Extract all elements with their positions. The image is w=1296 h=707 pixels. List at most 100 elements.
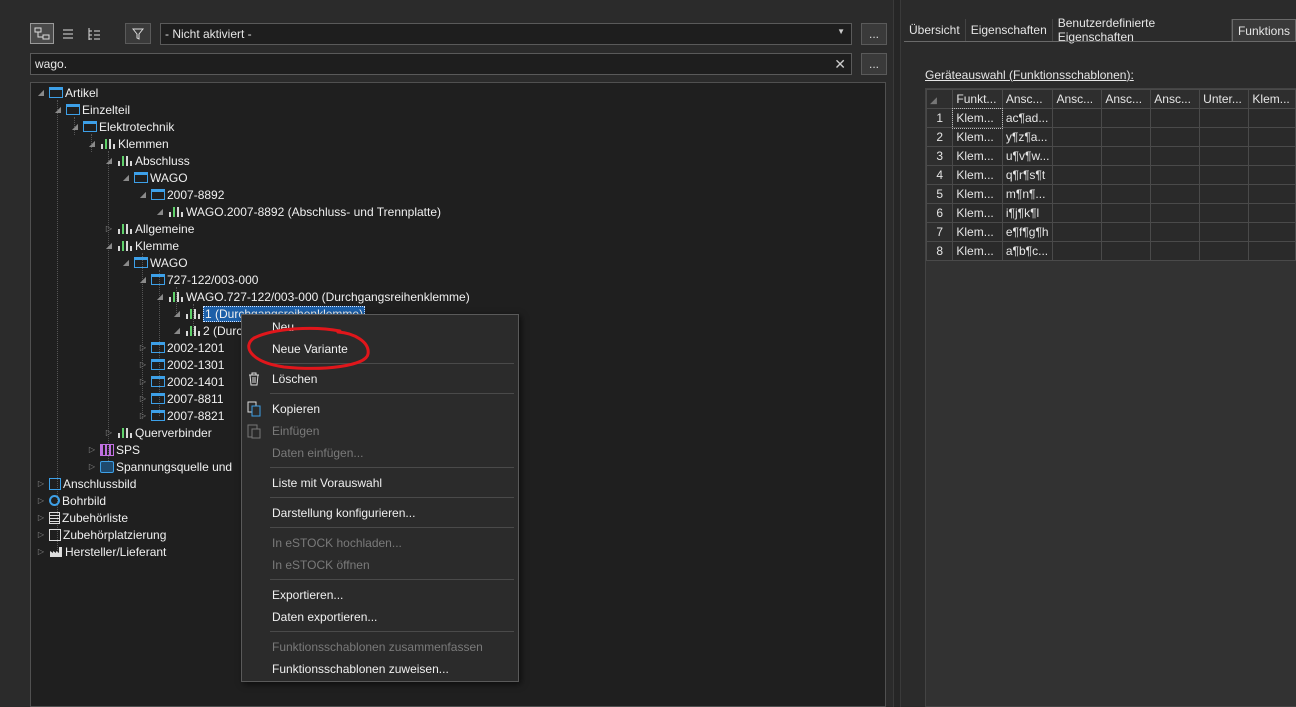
table-cell[interactable] [1248, 222, 1296, 242]
menu-item-exportieren[interactable]: Exportieren... [272, 585, 343, 605]
table-cell[interactable] [1248, 203, 1296, 223]
table-row[interactable]: 4 Klem... q¶r¶s¶t [925, 165, 1296, 185]
table-cell[interactable] [1248, 165, 1296, 185]
table-cell[interactable] [1052, 146, 1103, 166]
table-cell[interactable] [1101, 203, 1152, 223]
expand-icon[interactable]: ▷ [104, 224, 114, 233]
collapse-icon[interactable]: ◢ [121, 173, 131, 182]
table-cell[interactable] [1150, 108, 1201, 128]
table-cell[interactable] [1052, 108, 1103, 128]
collapse-icon[interactable]: ◢ [138, 190, 148, 199]
expand-icon[interactable]: ▷ [87, 445, 97, 454]
tree-node-einzelteil[interactable]: ◢ Einzelteil [53, 101, 130, 118]
table-cell[interactable]: ac¶ad... [1001, 108, 1054, 128]
tree-node-2007-8811[interactable]: ▷ 2007-8811 [138, 390, 224, 407]
table-cell[interactable] [1150, 146, 1201, 166]
column-header[interactable]: Unter... [1199, 89, 1250, 109]
tab-benutzerdefinierte[interactable]: Benutzerdefinierte Eigenschaften [1053, 16, 1232, 44]
menu-item-darstellung[interactable]: Darstellung konfigurieren... [272, 503, 415, 523]
table-cell[interactable]: u¶v¶w... [1001, 146, 1054, 166]
table-cell[interactable]: a¶b¶c... [1001, 241, 1054, 261]
table-cell[interactable]: q¶r¶s¶t [1001, 165, 1054, 185]
table-cell[interactable]: m¶n¶... [1001, 184, 1054, 204]
menu-item-liste-vorauswahl[interactable]: Liste mit Vorauswahl [272, 473, 382, 493]
collapse-icon[interactable]: ◢ [121, 258, 131, 267]
table-cell[interactable] [1101, 222, 1152, 242]
column-header[interactable]: Ansc... [1150, 89, 1201, 109]
table-cell[interactable] [1052, 203, 1103, 223]
table-cell[interactable]: i¶j¶k¶l [1001, 203, 1054, 223]
tree-node-zubehoerplatzierung[interactable]: ▷ Zubehörplatzierung [36, 526, 166, 543]
tree-node-2002-1301[interactable]: ▷ 2002-1301 [138, 356, 224, 373]
collapse-icon[interactable]: ◢ [70, 122, 80, 131]
collapse-icon[interactable]: ◢ [36, 88, 46, 97]
tree-node-artikel[interactable]: ◢ Artikel [36, 84, 98, 101]
tree-node-2007-8821[interactable]: ▷ 2007-8821 [138, 407, 224, 424]
table-cell[interactable]: Klem... [952, 184, 1003, 204]
menu-item-daten-exportieren[interactable]: Daten exportieren... [272, 607, 377, 627]
table-cell[interactable]: y¶z¶a... [1001, 127, 1054, 147]
tree-node-wago-727-122-item[interactable]: ◢ WAGO.727-122/003-000 (Durchgangsreihen… [155, 288, 470, 305]
tree-node-wago-2007-8892-item[interactable]: ◢ WAGO.2007-8892 (Abschluss- und Trennpl… [155, 203, 441, 220]
column-header[interactable]: Ansc... [1052, 89, 1103, 109]
table-cell[interactable] [1052, 165, 1103, 185]
table-cell[interactable] [1199, 203, 1250, 223]
menu-item-loeschen[interactable]: Löschen [272, 369, 317, 389]
table-cell[interactable]: Klem... [952, 203, 1003, 223]
table-row[interactable]: 1 Klem... ac¶ad... [925, 107, 1296, 129]
hierarchy-view-button[interactable] [82, 23, 106, 44]
table-cell[interactable] [1101, 108, 1152, 128]
menu-item-zusammenfassen[interactable]: Funktionsschablonen zusammenfassen [272, 637, 483, 657]
table-cell[interactable] [1199, 184, 1250, 204]
table-row[interactable]: 8 Klem... a¶b¶c... [925, 241, 1296, 261]
tree-node-querverbinder[interactable]: ▷ Querverbinder [104, 424, 212, 441]
table-row[interactable]: 5 Klem... m¶n¶... [925, 184, 1296, 204]
menu-item-daten-einfuegen[interactable]: Daten einfügen... [272, 443, 363, 463]
menu-item-estock-oeffnen[interactable]: In eSTOCK öffnen [272, 555, 370, 575]
table-cell[interactable] [1052, 222, 1103, 242]
tree-node-abschluss[interactable]: ◢ Abschluss [104, 152, 190, 169]
table-cell[interactable]: Klem... [951, 107, 1004, 129]
tree-node-bohrbild[interactable]: ▷ Bohrbild [36, 492, 106, 509]
table-cell[interactable] [1248, 108, 1296, 128]
table-cell[interactable] [1199, 165, 1250, 185]
table-row[interactable]: 6 Klem... i¶j¶k¶l [925, 203, 1296, 223]
table-cell[interactable]: Klem... [952, 241, 1003, 261]
table-cell[interactable] [1248, 241, 1296, 261]
table-cell[interactable] [1101, 127, 1152, 147]
table-cell[interactable] [1150, 165, 1201, 185]
tree-node-klemme[interactable]: ◢ Klemme [104, 237, 179, 254]
expand-icon[interactable]: ▷ [36, 513, 46, 522]
expand-icon[interactable]: ▷ [138, 360, 148, 369]
table-cell[interactable] [1199, 222, 1250, 242]
list-view-button[interactable] [56, 23, 80, 44]
tree-node-727-122[interactable]: ◢ 727-122/003-000 [138, 271, 259, 288]
table-row[interactable]: 2 Klem... y¶z¶a... [925, 127, 1296, 147]
table-cell[interactable]: Klem... [952, 146, 1003, 166]
tree-node-sps[interactable]: ▷ SPS [87, 441, 140, 458]
expand-icon[interactable]: ▷ [36, 547, 46, 556]
collapse-icon[interactable]: ◢ [155, 292, 165, 301]
tree-node-allgemeine[interactable]: ▷ Allgemeine [104, 220, 194, 237]
table-cell[interactable] [1150, 127, 1201, 147]
table-row[interactable]: 3 Klem... u¶v¶w... [925, 146, 1296, 166]
filter-more-button[interactable]: ... [861, 23, 887, 45]
column-header[interactable]: Ansc... [1001, 89, 1054, 109]
table-cell[interactable] [1248, 184, 1296, 204]
collapse-icon[interactable]: ◢ [104, 241, 114, 250]
tree-node-wago-2[interactable]: ◢ WAGO [121, 254, 188, 271]
tree-node-2002-1401[interactable]: ▷ 2002-1401 [138, 373, 224, 390]
menu-item-zuweisen[interactable]: Funktionsschablonen zuweisen... [272, 659, 449, 679]
table-cell[interactable] [1199, 127, 1250, 147]
function-template-grid[interactable]: ◢ Funkt... Ansc... Ansc... Ansc... Ansc.… [925, 88, 1296, 707]
expand-icon[interactable]: ▷ [138, 411, 148, 420]
table-cell[interactable] [1150, 241, 1201, 261]
filter-button[interactable] [125, 23, 151, 44]
expand-icon[interactable]: ▷ [87, 462, 97, 471]
table-cell[interactable] [1199, 241, 1250, 261]
expand-icon[interactable]: ▷ [138, 394, 148, 403]
table-cell[interactable] [1199, 108, 1250, 128]
tree-node-spannungsquelle[interactable]: ▷ Spannungsquelle und [87, 458, 232, 475]
table-cell[interactable] [1052, 241, 1103, 261]
menu-item-kopieren[interactable]: Kopieren [272, 399, 320, 419]
